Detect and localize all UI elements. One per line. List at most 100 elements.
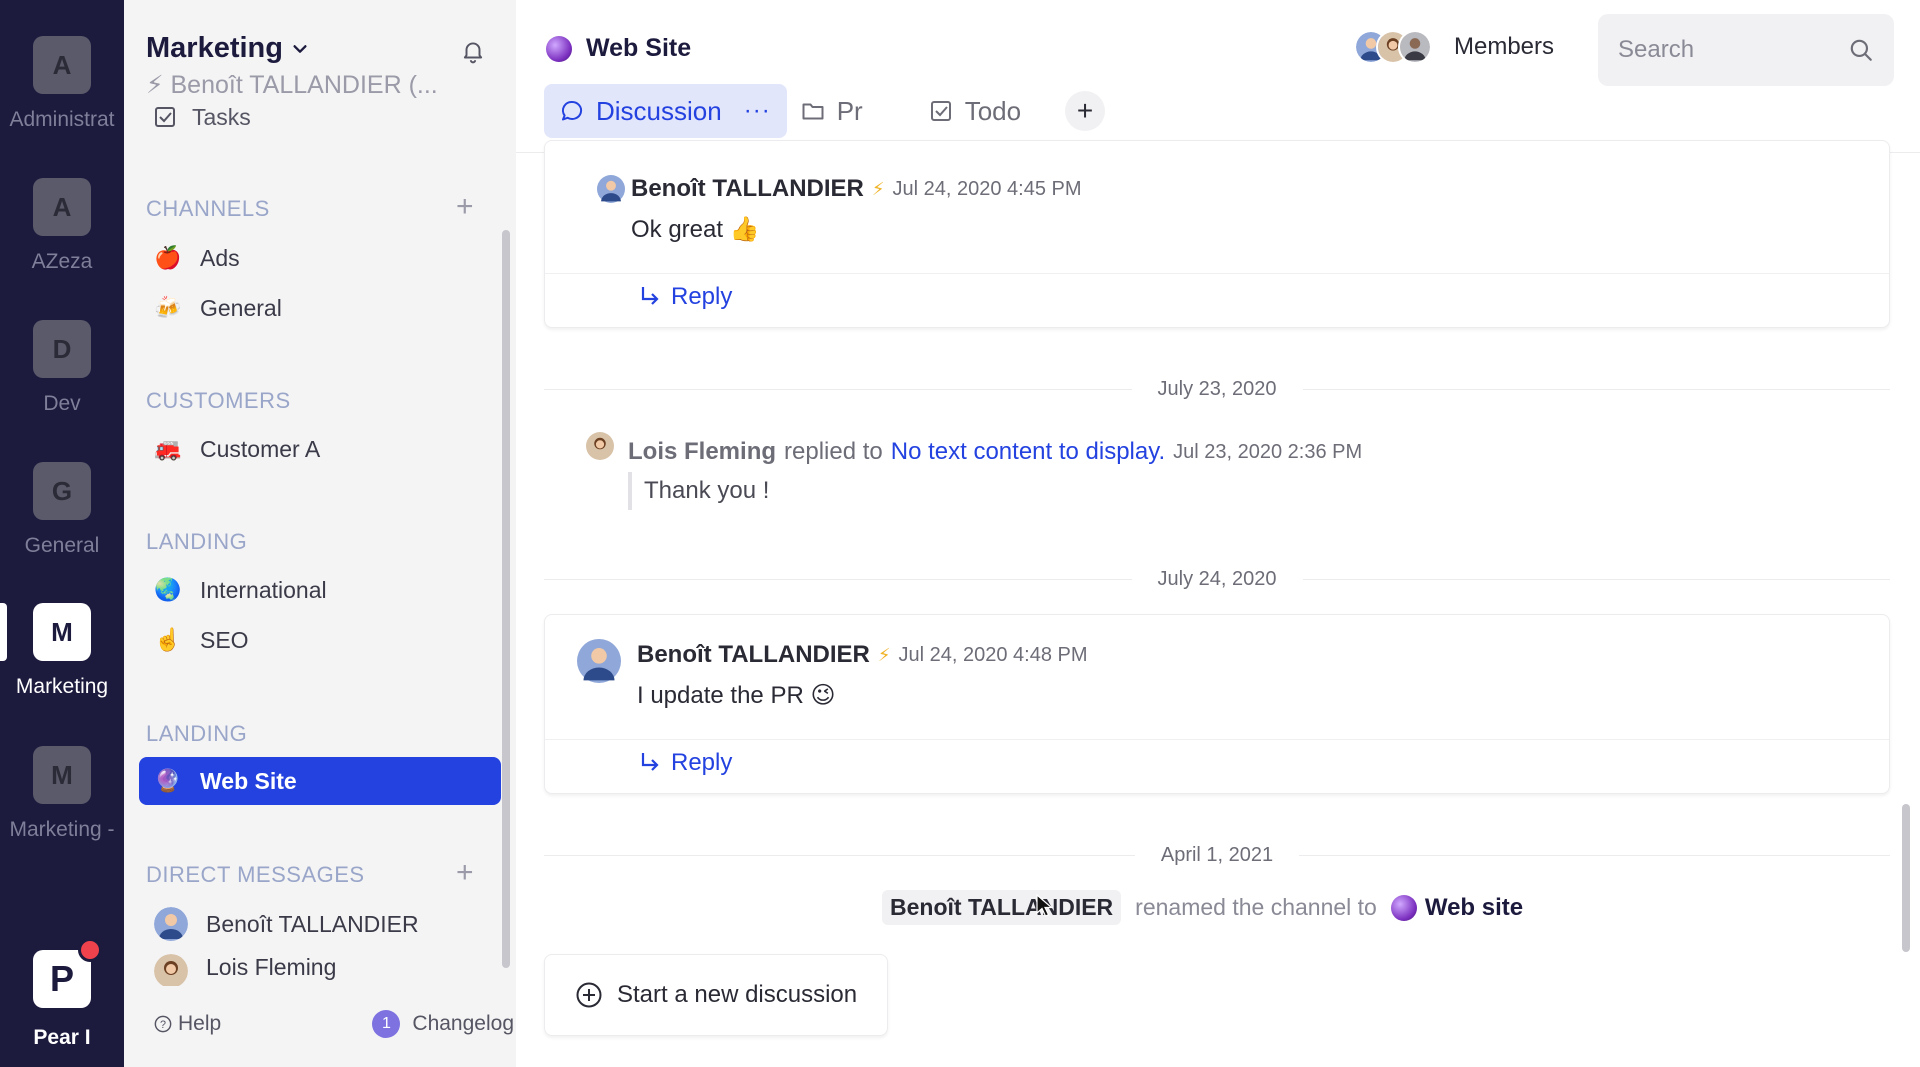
reply-label: Reply — [671, 749, 733, 776]
tab-label: Pr — [836, 95, 863, 126]
add-dm-button[interactable]: + — [456, 858, 474, 888]
workspace-tile: M — [33, 603, 91, 661]
card-divider — [545, 273, 1889, 274]
event-text: renamed the channel to — [1135, 894, 1377, 920]
tab-pr[interactable]: Pr — [787, 84, 877, 138]
beers-icon: 🍻 — [154, 295, 182, 320]
new-channel-name: Web site — [1424, 893, 1524, 921]
date-label: July 24, 2020 — [1157, 568, 1277, 590]
workspace-label: Administrat — [9, 108, 115, 131]
crystal-ball-icon: 🔮 — [154, 768, 182, 793]
avatar — [586, 432, 614, 460]
workspace-pear[interactable]: P Pear I — [0, 938, 124, 1050]
section-direct-messages: DIRECT MESSAGES — [146, 862, 365, 887]
sidebar-item-seo[interactable]: ☝️ SEO — [154, 616, 504, 664]
sidebar-item-general[interactable]: 🍻 General — [154, 284, 504, 332]
help-icon: ? — [154, 1015, 172, 1033]
checkbox-icon — [155, 107, 175, 127]
message-author[interactable]: Lois Fleming — [628, 438, 776, 466]
lightning-icon: ⚡ — [877, 644, 891, 665]
search-input[interactable] — [1618, 36, 1848, 64]
card-divider — [545, 739, 1889, 740]
globe-icon: 🌏 — [154, 577, 182, 602]
plus-circle-icon — [576, 982, 602, 1008]
replied-message-link[interactable]: No text content to display. — [891, 438, 1165, 466]
sidebar-item-label: Customer A — [200, 435, 321, 462]
message-header: Benoît TALLANDIER ⚡ Jul 24, 2020 4:48 PM — [637, 641, 1088, 669]
workspace-label: Dev — [43, 392, 81, 415]
help-label: Help — [178, 1012, 222, 1035]
message-quote: Thank you ! — [628, 472, 769, 510]
sidebar-scrollbar[interactable] — [502, 230, 510, 968]
apple-icon: 🍎 — [154, 245, 182, 270]
reply-button[interactable]: Reply — [639, 283, 732, 311]
date-separator: July 23, 2020 — [544, 378, 1891, 401]
message-time: Jul 24, 2020 4:45 PM — [892, 177, 1082, 200]
date-label: April 1, 2021 — [1160, 844, 1274, 866]
workspace-dev[interactable]: D Dev — [0, 320, 124, 416]
sidebar-item-web-site[interactable]: 🔮 Web Site — [139, 757, 501, 805]
search-box[interactable] — [1598, 14, 1894, 86]
event-author[interactable]: Benoît TALLANDIER — [882, 890, 1122, 925]
message-author[interactable]: Benoît TALLANDIER — [631, 175, 864, 203]
workspace-marketing[interactable]: M Marketing — [0, 603, 124, 699]
sidebar-item-label: General — [200, 294, 282, 321]
avatar — [154, 907, 188, 941]
workspace-tile: G — [33, 462, 91, 520]
sidebar-item-ads[interactable]: 🍎 Ads — [154, 234, 504, 282]
section-customers: CUSTOMERS — [146, 388, 291, 413]
tab-discussion[interactable]: Discussion ··· — [544, 84, 787, 138]
crystal-ball-icon — [1390, 894, 1417, 921]
section-channels: CHANNELS — [146, 196, 270, 221]
add-tab-button[interactable]: + — [1065, 91, 1106, 131]
sidebar-item-international[interactable]: 🌏 International — [154, 566, 504, 614]
search-icon[interactable] — [1848, 37, 1874, 63]
changelog-label: Changelog — [412, 1012, 514, 1035]
date-label: July 23, 2020 — [1157, 378, 1277, 400]
avatar — [154, 954, 188, 986]
channel-tabs: Discussion ··· Pr Todo + — [544, 84, 1106, 138]
tab-label: Discussion — [596, 95, 722, 126]
message-header: Benoît TALLANDIER ⚡ Jul 24, 2020 4:45 PM — [631, 175, 1082, 203]
reply-button[interactable]: Reply — [639, 749, 732, 777]
help-link[interactable]: ? Help — [154, 1012, 221, 1036]
sidebar-item-label: Benoît TALLANDIER — [206, 910, 419, 937]
avatar — [1398, 30, 1432, 64]
main-scrollbar[interactable] — [1902, 804, 1910, 952]
workspace-azeza[interactable]: A AZeza — [0, 178, 124, 274]
changelog-link[interactable]: 1 Changelog — [372, 1010, 514, 1038]
message-author[interactable]: Benoît TALLANDIER — [637, 641, 870, 669]
more-options-icon[interactable]: ··· — [744, 97, 771, 125]
bell-icon[interactable] — [460, 38, 486, 64]
workspace-label: AZeza — [31, 250, 93, 273]
members-button[interactable]: Members — [1354, 30, 1554, 64]
fire-engine-icon: 🚒 — [154, 436, 182, 461]
sidebar-item-label: SEO — [200, 626, 249, 653]
date-separator: April 1, 2021 — [544, 844, 1891, 867]
notification-dot — [78, 938, 102, 962]
workspace-switcher[interactable]: Marketing — [146, 32, 309, 65]
workspace-administrat[interactable]: A Administrat — [0, 36, 124, 132]
workspace-general[interactable]: G General — [0, 462, 124, 558]
sidebar-item-tasks[interactable]: Tasks — [154, 102, 251, 132]
message-body: Ok great 👍 — [631, 216, 760, 243]
message-card: Benoît TALLANDIER ⚡ Jul 24, 2020 4:45 PM… — [544, 140, 1890, 328]
channel-sidebar: Marketing ⚡ Benoît TALLANDIER (... Tasks… — [124, 0, 516, 1067]
start-discussion-button[interactable]: Start a new discussion — [544, 954, 888, 1036]
message-reply-header: Lois Fleming replied to No text content … — [628, 438, 1362, 466]
workspace-label: General — [24, 534, 100, 557]
crystal-ball-icon — [546, 35, 572, 62]
workspace-marketing-2[interactable]: M Marketing - — [0, 746, 124, 842]
sidebar-item-label: International — [200, 576, 327, 603]
reply-arrow-icon — [641, 753, 659, 771]
sidebar-dm-lois[interactable]: Lois Fleming — [154, 950, 504, 986]
sidebar-item-label: Ads — [200, 244, 240, 271]
avatar — [577, 639, 621, 683]
workspace-label: Pear I — [33, 1026, 91, 1049]
channel-rename-event: Benoît TALLANDIER renamed the channel to… — [882, 890, 1523, 925]
sidebar-dm-benoit[interactable]: Benoît TALLANDIER — [154, 900, 504, 948]
sidebar-item-customer-a[interactable]: 🚒 Customer A — [154, 425, 504, 473]
add-channel-button[interactable]: + — [456, 192, 474, 222]
tab-todo[interactable]: Todo — [915, 84, 1035, 138]
user-status[interactable]: ⚡ Benoît TALLANDIER (... — [146, 70, 438, 100]
